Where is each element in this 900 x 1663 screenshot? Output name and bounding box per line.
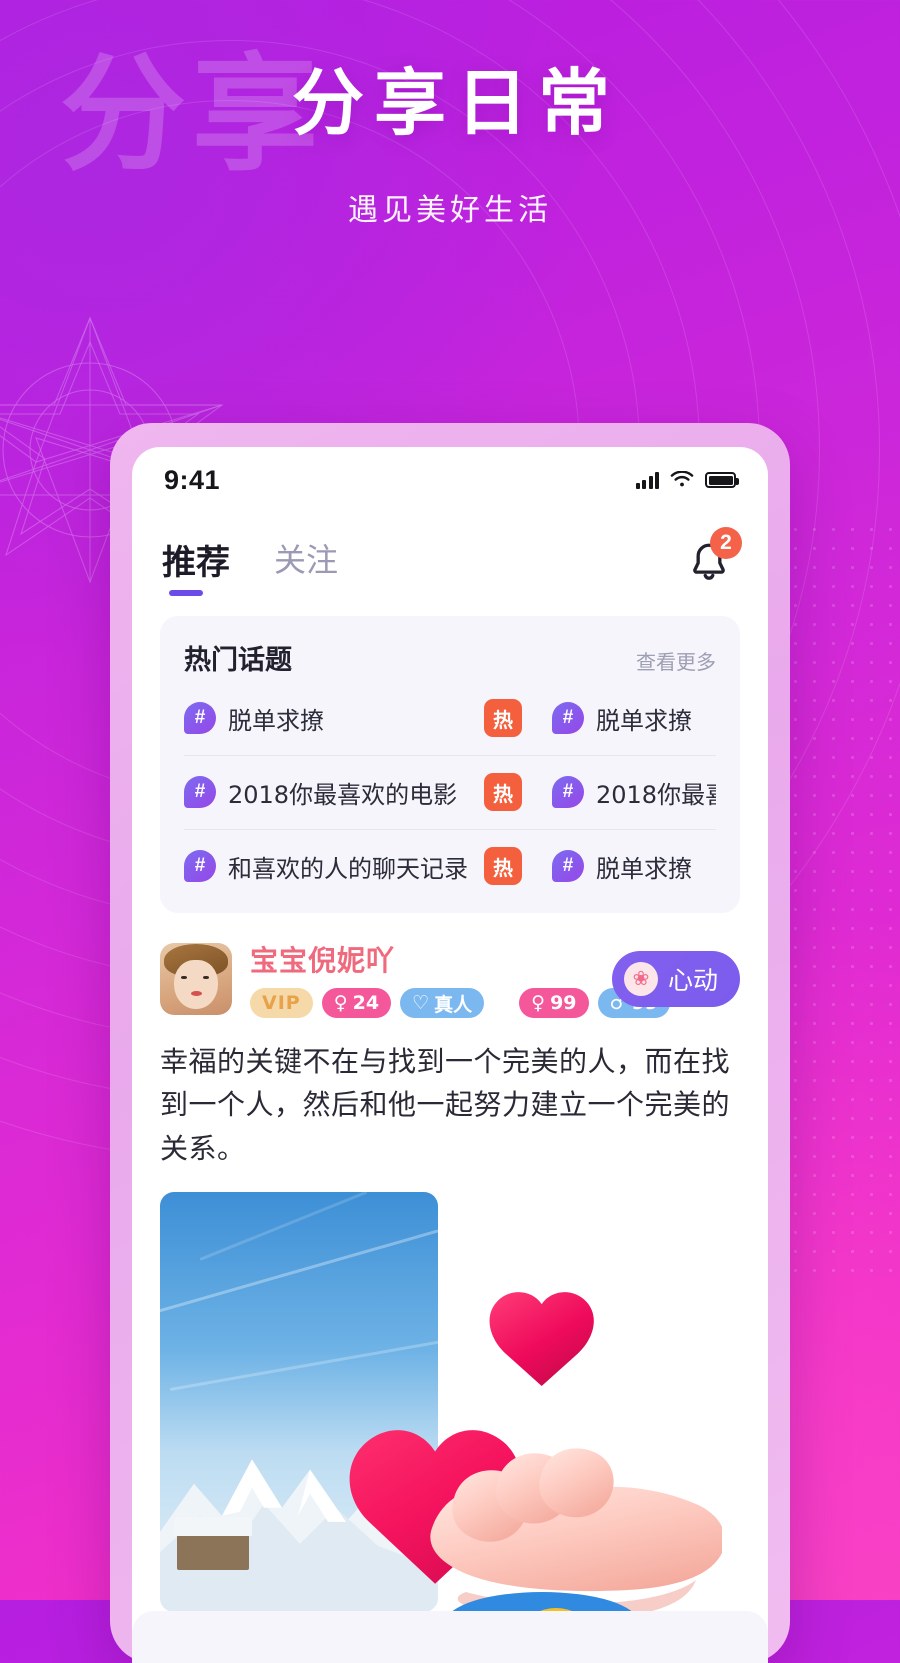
topic-label: 2018你最喜欢: [596, 780, 716, 809]
badge-verified-label: 真人: [434, 993, 473, 1016]
bottom-sheet-hint: [132, 1611, 768, 1663]
hero-section: 分享 分享日常 遇见美好生活: [0, 0, 900, 229]
hero-subtitle: 遇见美好生活: [348, 192, 552, 228]
post-user-meta: 宝宝倪妮吖 VIP ♀ 24 ♡ 真人 ♀ 99 ♂: [250, 939, 671, 1018]
tab-recommend[interactable]: 推荐: [162, 535, 230, 598]
badge-vip: VIP: [250, 988, 313, 1018]
hashtag-icon: #: [552, 776, 584, 808]
post-body-text: 幸福的关键不在与找到一个完美的人，而在找到一个人，然后和他一起努力建立一个完美的…: [160, 1045, 731, 1165]
topic-item-right[interactable]: # 2018你最喜欢: [552, 775, 716, 810]
view-more-link[interactable]: 查看更多: [636, 646, 716, 675]
female-icon: ♀: [333, 992, 348, 1014]
status-bar-time: 9:41: [164, 464, 221, 495]
status-bar: 9:41: [132, 447, 768, 513]
avatar-eye-left: [180, 975, 187, 980]
hashtag-icon: #: [552, 702, 584, 734]
heartbeat-button[interactable]: ❀ 心动: [611, 950, 740, 1007]
hashtag-icon: #: [552, 850, 584, 882]
phone-mockup: 9:41 推荐 关注 2 热门话题 查看更多 # 脱单求撩 热 # 脱单求撩 #…: [110, 423, 790, 1663]
battery-icon: [705, 472, 739, 488]
topic-label: 2018你最喜欢的电影: [228, 780, 458, 809]
wifi-icon: [670, 471, 694, 487]
feed-post: 宝宝倪妮吖 VIP ♀ 24 ♡ 真人 ♀ 99 ♂ ❀ 心动 幸福的关键不在与…: [132, 913, 768, 1623]
badge-age-label: 24: [352, 992, 380, 1014]
hot-topics-header: 热门话题 查看更多: [184, 638, 716, 677]
notification-badge: 2: [710, 527, 742, 559]
topic-item-left[interactable]: # 脱单求撩: [184, 701, 484, 736]
notification-button[interactable]: 2: [682, 527, 742, 589]
topic-row[interactable]: # 脱单求撩 热 # 脱单求撩: [184, 681, 716, 755]
post-media: [160, 1192, 740, 1623]
status-bar-icons: [635, 471, 739, 489]
heart-icon: ♡: [412, 992, 430, 1014]
topic-label: 和喜欢的人的聊天记录: [228, 854, 468, 883]
topic-row[interactable]: # 2018你最喜欢的电影 热 # 2018你最喜欢: [184, 755, 716, 829]
topic-item-left[interactable]: # 2018你最喜欢的电影: [184, 775, 484, 810]
badge-age: ♀ 24: [321, 988, 392, 1018]
topic-item-right[interactable]: # 脱单求撩: [552, 849, 716, 884]
badge-female-count: ♀ 99: [519, 988, 589, 1018]
user-badges: VIP ♀ 24 ♡ 真人 ♀ 99 ♂: [250, 988, 671, 1018]
username[interactable]: 宝宝倪妮吖: [250, 939, 612, 979]
topic-item-left[interactable]: # 和喜欢的人的聊天记录: [184, 849, 484, 884]
hot-topics-card: 热门话题 查看更多 # 脱单求撩 热 # 脱单求撩 # 2018你最喜欢的电影: [160, 616, 740, 913]
hot-topics-title: 热门话题: [184, 645, 292, 676]
topic-label: 脱单求撩: [596, 854, 692, 883]
hashtag-icon: #: [184, 702, 216, 734]
topic-row[interactable]: # 和喜欢的人的聊天记录 热 # 脱单求撩: [184, 829, 716, 903]
avatar-face: [174, 959, 218, 1009]
hashtag-icon: #: [184, 776, 216, 808]
avatar-eye-right: [203, 975, 209, 980]
lodge-shape: [173, 1516, 253, 1571]
page-title: 分享日常: [291, 61, 620, 145]
avatar[interactable]: [160, 942, 232, 1015]
hashtag-icon: #: [184, 850, 216, 882]
badge-verified: ♡ 真人: [400, 988, 485, 1018]
heartbeat-button-label: 心动: [667, 965, 718, 995]
tab-follow[interactable]: 关注: [274, 535, 338, 595]
post-header: 宝宝倪妮吖 VIP ♀ 24 ♡ 真人 ♀ 99 ♂ ❀ 心动: [160, 939, 740, 1018]
female-icon: ♀: [531, 992, 546, 1014]
phone-screen: 9:41 推荐 关注 2 热门话题 查看更多 # 脱单求撩 热 # 脱单求撩 #…: [132, 447, 768, 1663]
hand-holding-heart-sticker: [349, 1292, 722, 1623]
phone-frame: 9:41 推荐 关注 2 热门话题 查看更多 # 脱单求撩 热 # 脱单求撩 #…: [110, 423, 790, 1663]
signal-bars-icon: [635, 471, 659, 489]
tab-bar: 推荐 关注 2: [132, 513, 768, 598]
hot-tag-badge: 热: [484, 699, 522, 737]
topic-item-right[interactable]: # 脱单求撩: [552, 701, 716, 736]
badge-female-count-label: 99: [550, 992, 577, 1014]
topic-label: 脱单求撩: [228, 706, 324, 735]
hot-tag-badge: 热: [484, 847, 522, 885]
topic-label: 脱单求撩: [596, 706, 692, 735]
paw-icon: ❀: [623, 961, 658, 996]
hot-tag-badge: 热: [484, 773, 522, 811]
